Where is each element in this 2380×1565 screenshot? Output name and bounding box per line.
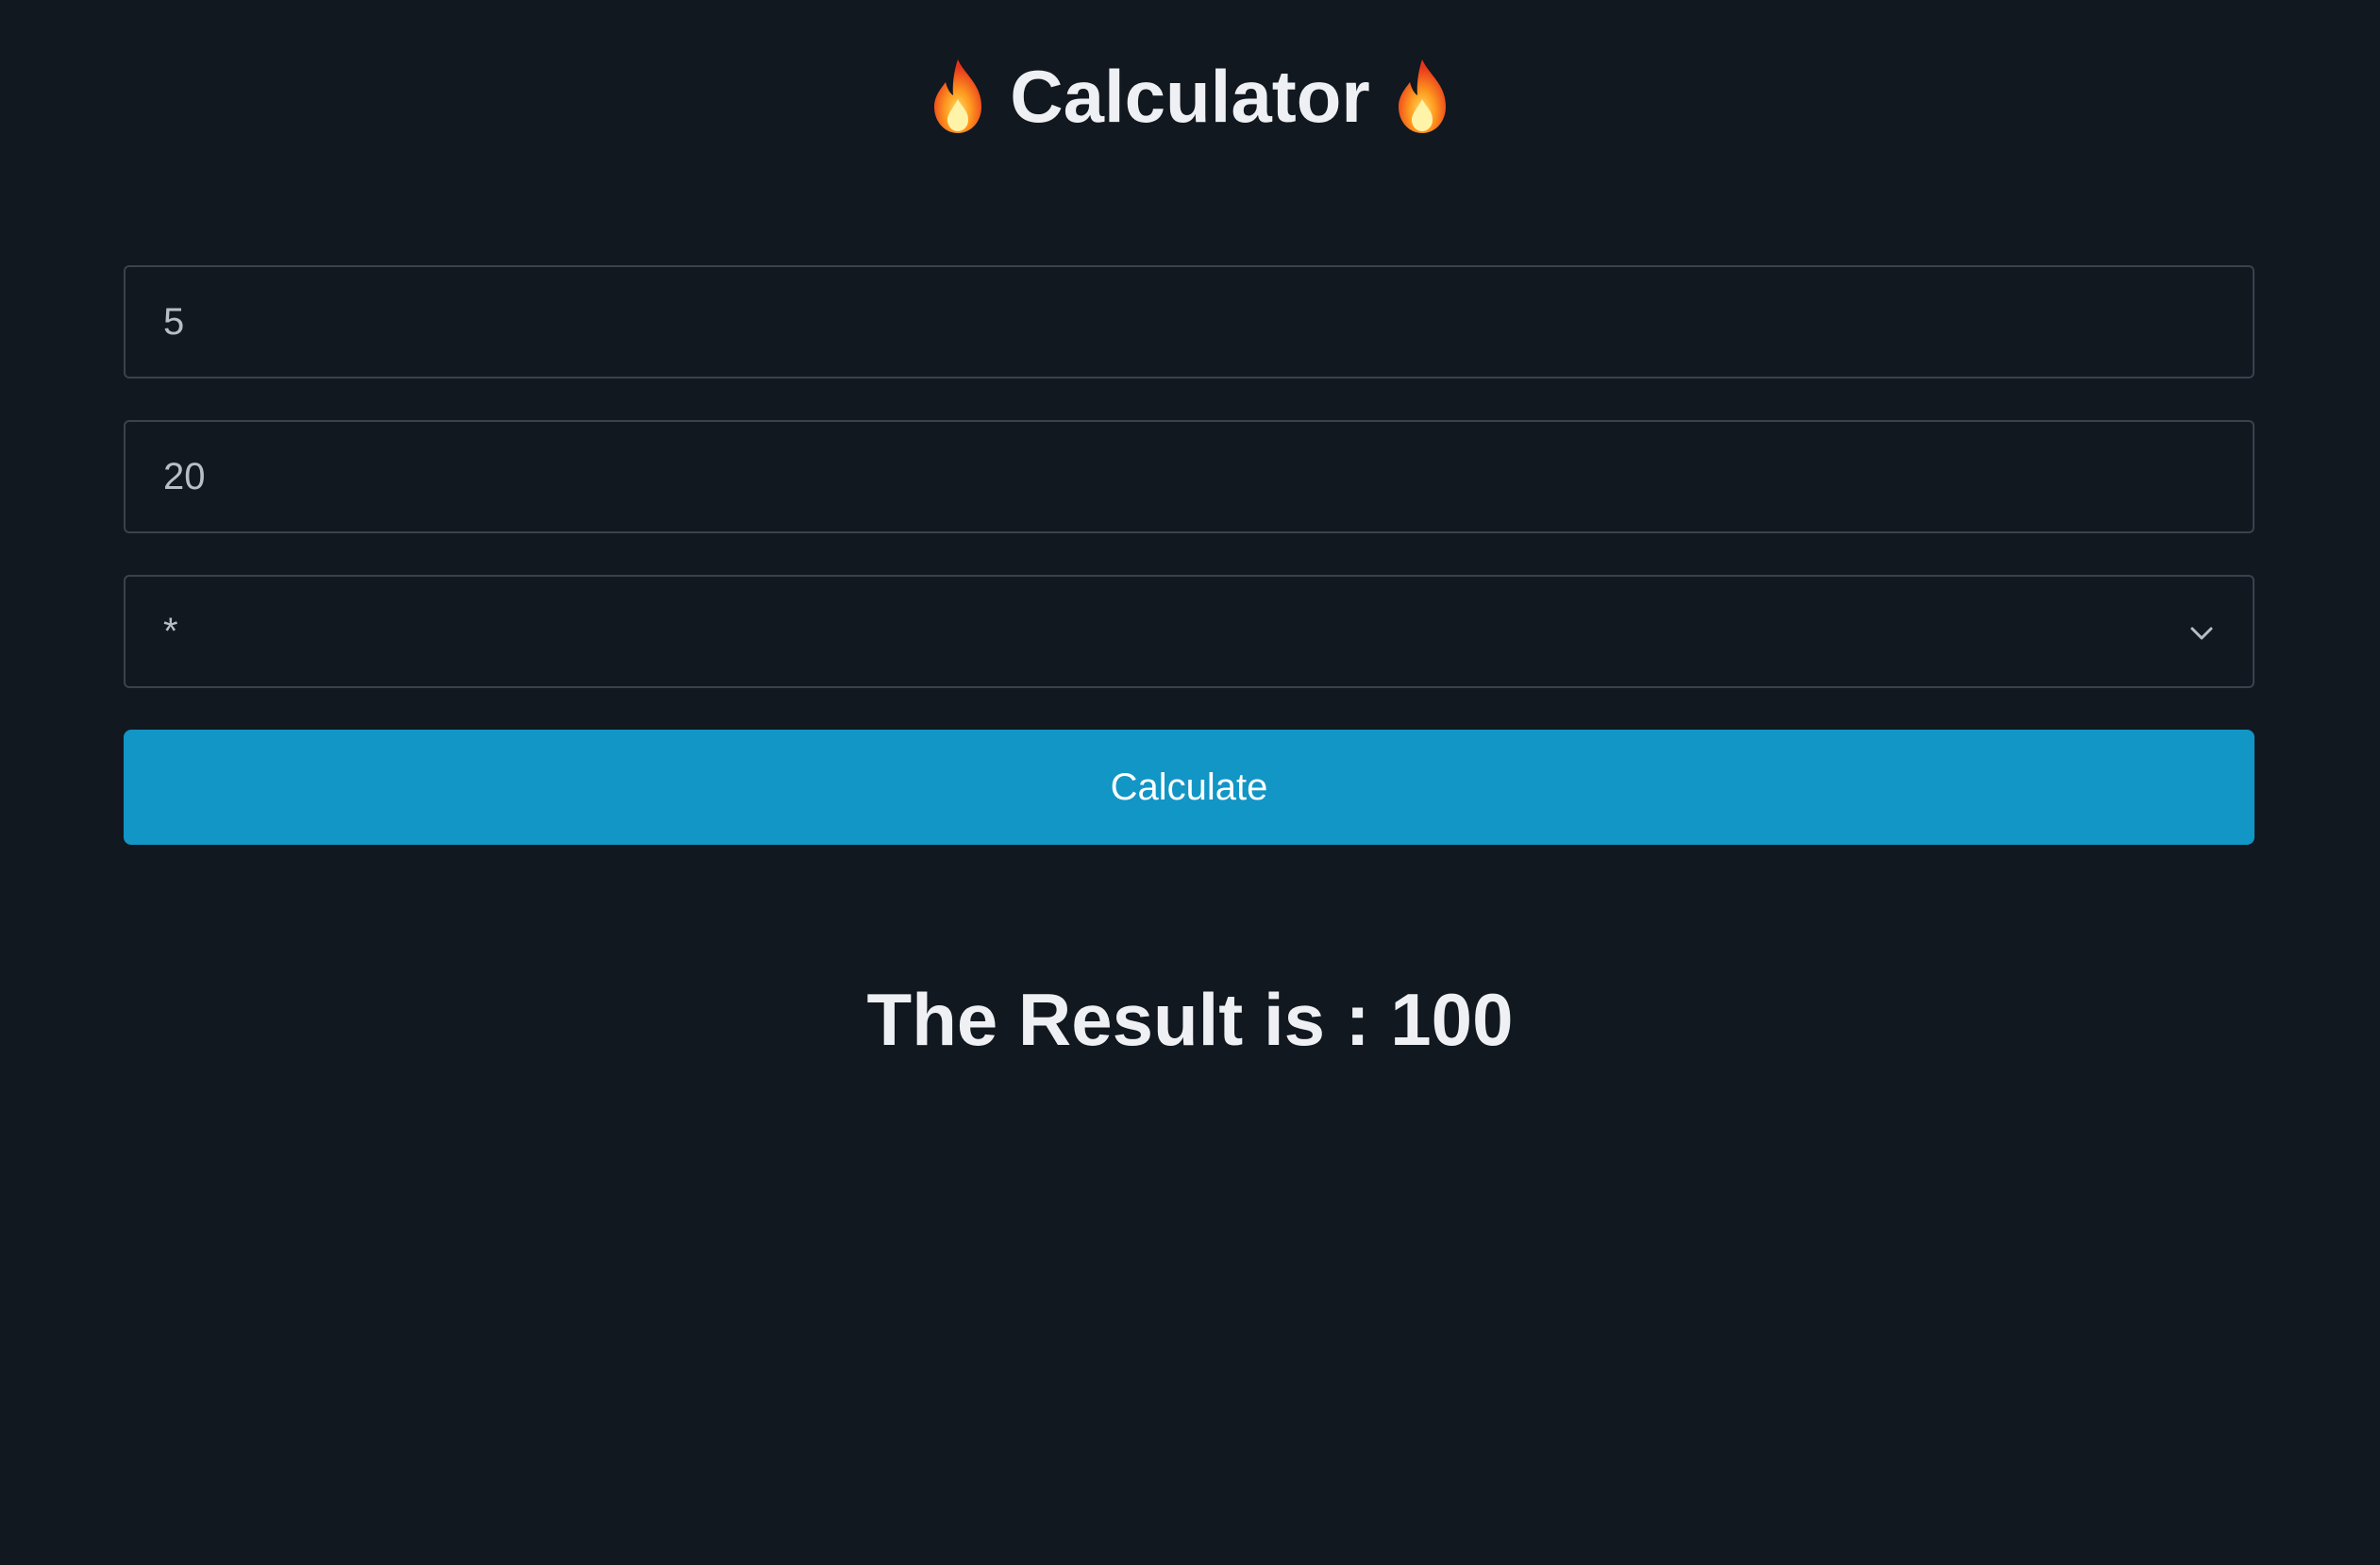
result-text: The Result is : 100 — [866, 978, 1514, 1061]
title-text: Calculator — [1010, 55, 1370, 138]
fire-icon — [1398, 59, 1446, 133]
chevron-down-icon — [2190, 627, 2213, 640]
second-number-input[interactable] — [124, 420, 2254, 533]
calculate-button[interactable]: Calculate — [124, 730, 2254, 845]
page-title: Calculator — [0, 49, 2380, 143]
calculator-page: Calculator * Calculate The Result is : 1… — [0, 0, 2380, 1565]
operator-value: * — [163, 610, 178, 652]
operator-select[interactable]: * — [124, 575, 2254, 688]
calculate-button-label: Calculate — [1110, 766, 1268, 808]
fire-icon — [934, 59, 982, 133]
first-number-input[interactable] — [124, 265, 2254, 379]
